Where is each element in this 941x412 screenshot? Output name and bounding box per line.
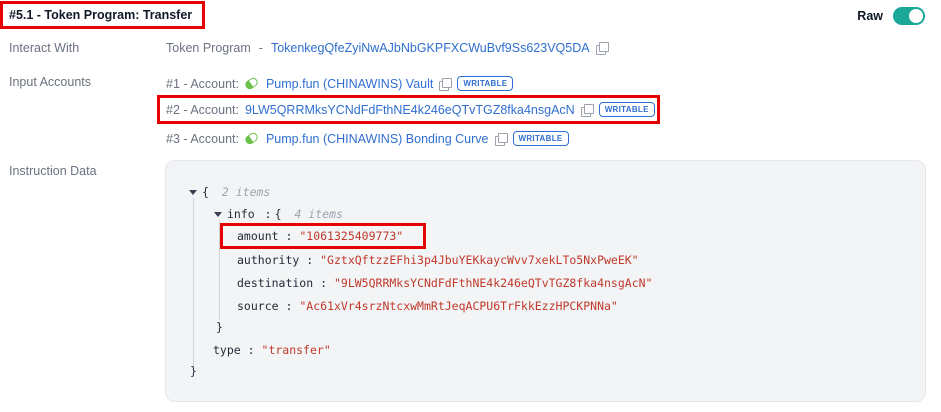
root-guide-line (193, 198, 194, 366)
account-index: #3 - Account: (166, 131, 239, 146)
writable-badge: WRITABLE (512, 131, 569, 146)
raw-toggle[interactable] (893, 7, 925, 25)
toggle-knob (909, 9, 923, 23)
pill-icon (244, 131, 260, 146)
account-index: #2 - Account: (166, 102, 239, 117)
writable-badge: WRITABLE (598, 102, 655, 117)
json-root-close: } (190, 364, 197, 378)
raw-label: Raw (857, 9, 883, 23)
json-info-open[interactable]: info :{ 4 items (214, 207, 343, 221)
caret-down-icon[interactable] (189, 190, 197, 195)
root-item-count: 2 items (221, 185, 271, 199)
interact-with-label: Interact With (9, 41, 80, 55)
json-key: info (227, 207, 255, 221)
json-field-authority: authority : "GztxQftzzEFhi3p4JbuYEKkaycW… (237, 253, 639, 267)
account-row-2: #2 - Account: 9LW5QRRMksYCNdFdFthNE4k246… (166, 102, 655, 117)
pill-icon (244, 76, 260, 91)
account-index: #1 - Account: (166, 76, 239, 91)
account-row-1: #1 - Account: Pump.fun (CHINAWINS) Vault… (166, 76, 514, 91)
program-name: Token Program (166, 41, 251, 55)
separator: - (258, 41, 263, 55)
program-address-link[interactable]: TokenkegQfeZyiNwAJbNbGKPFXCWuBvf9Ss623VQ… (271, 41, 590, 55)
json-root-open[interactable]: { 2 items (189, 185, 270, 199)
raw-toggle-group: Raw (857, 7, 925, 25)
writable-badge: WRITABLE (457, 76, 514, 91)
copy-icon[interactable] (494, 132, 508, 146)
json-field-type: type : "transfer" (213, 343, 331, 357)
instruction-title: #5.1 - Token Program: Transfer (9, 8, 193, 22)
info-item-count: 4 items (294, 207, 343, 221)
copy-icon[interactable] (595, 42, 609, 55)
json-info-close: } (216, 320, 223, 334)
account-link[interactable]: 9LW5QRRMksYCNdFdFthNE4k246eQTvTGZ8fka4ns… (245, 103, 575, 117)
account-link[interactable]: Pump.fun (CHINAWINS) Vault (266, 77, 433, 91)
json-field-destination: destination : "9LW5QRRMksYCNdFdFthNE4k24… (237, 276, 653, 290)
account-link[interactable]: Pump.fun (CHINAWINS) Bonding Curve (266, 132, 489, 146)
copy-icon[interactable] (439, 77, 453, 91)
interact-with-value: Token Program - TokenkegQfeZyiNwAJbNbGKP… (166, 41, 609, 55)
json-field-source: source : "Ac61xVr4srzNtcxwMmRtJeqACPU6Tr… (237, 299, 618, 313)
json-field-amount: amount : "1061325409773" (237, 229, 404, 243)
copy-icon[interactable] (580, 103, 594, 117)
account-row-3: #3 - Account: Pump.fun (CHINAWINS) Bondi… (166, 131, 569, 146)
caret-down-icon[interactable] (214, 212, 222, 217)
input-accounts-label: Input Accounts (9, 75, 92, 89)
instruction-data-label: Instruction Data (9, 164, 97, 178)
